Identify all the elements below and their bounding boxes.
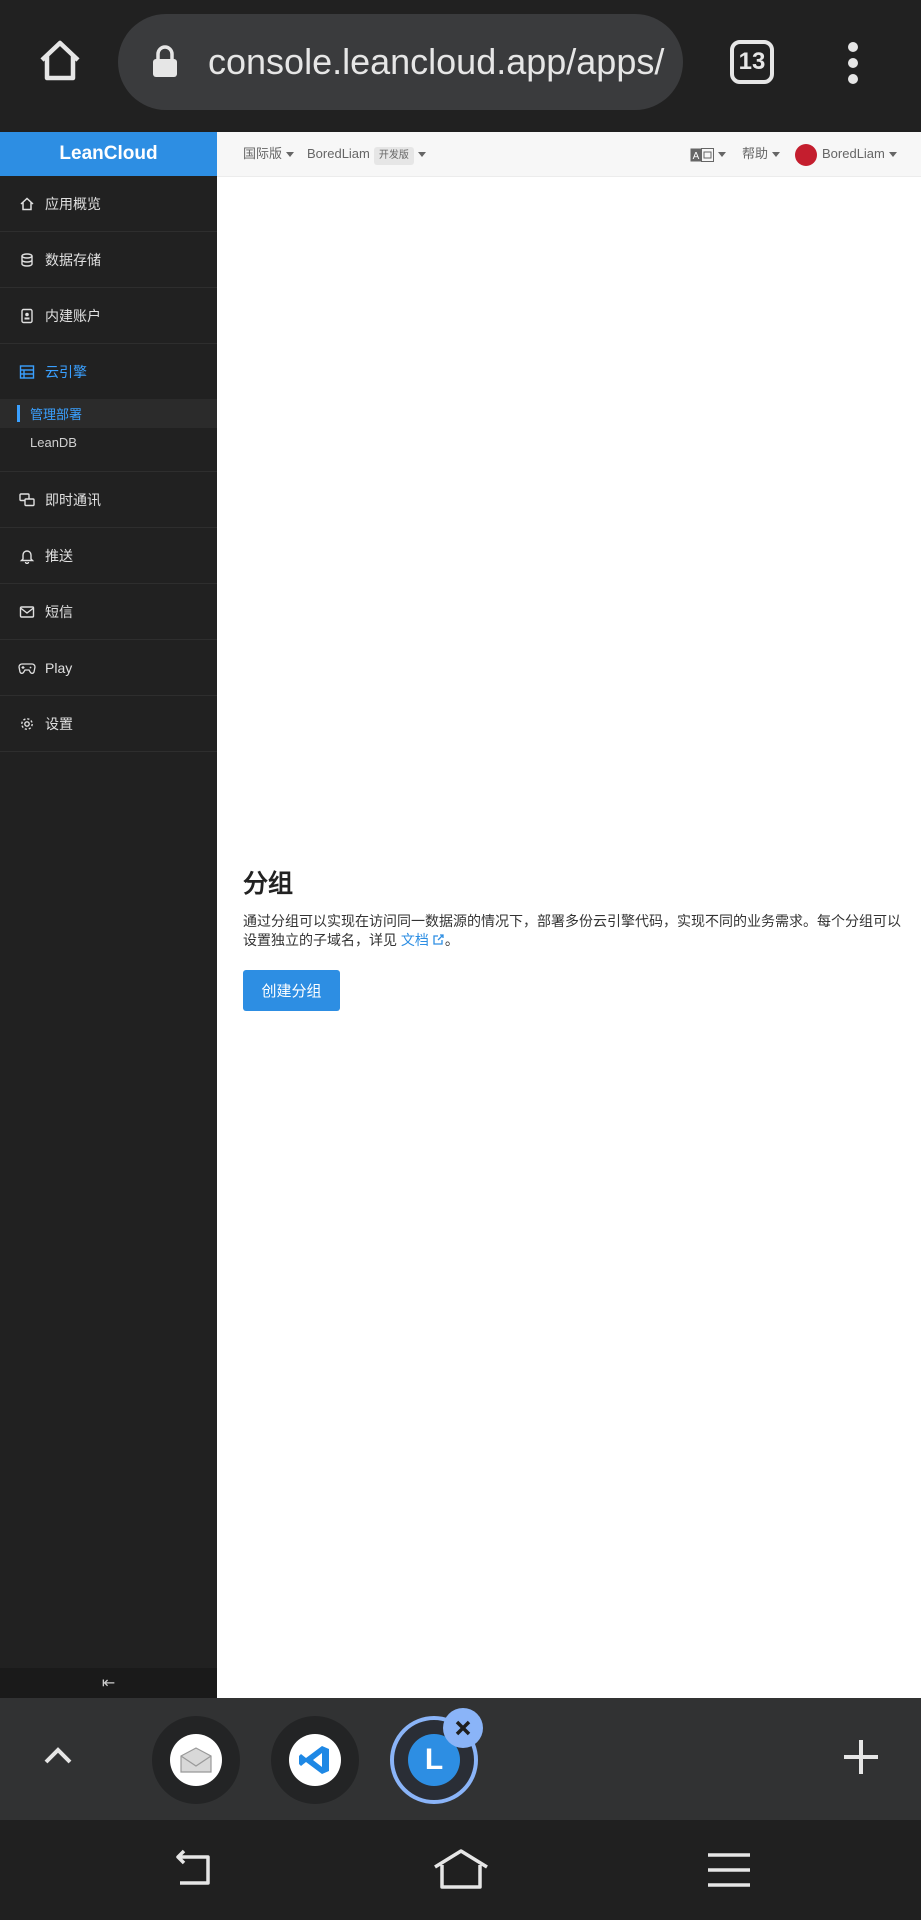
database-icon — [18, 251, 36, 269]
language-dropdown[interactable]: A — [690, 132, 726, 176]
home-icon — [40, 40, 80, 81]
back-icon[interactable] — [168, 1845, 218, 1895]
close-icon — [455, 1720, 471, 1736]
sidebar-item-accounts[interactable]: 内建账户 — [0, 288, 217, 344]
browser-toolbar: console.leancloud.app/apps/ 13 — [0, 0, 921, 130]
mail-icon — [18, 603, 36, 621]
svg-text:A: A — [693, 151, 700, 162]
home-nav-icon[interactable] — [432, 1845, 490, 1895]
collapse-sidebar-button[interactable]: ⇤ — [0, 1668, 217, 1698]
description-text: 通过分组可以实现在访问同一数据源的情况下，部署多份云引擎代码，实现不同的业务需求… — [243, 913, 901, 948]
menu-dot — [848, 42, 858, 52]
docs-link[interactable]: 文档 — [401, 932, 445, 948]
console-topbar: 国际版 BoredLiam 开发版 A 帮助 BoredLiam — [217, 132, 921, 177]
new-tab-button[interactable] — [840, 1736, 882, 1778]
sidebar-item-label: 应用概览 — [45, 195, 101, 212]
browser-menu-button[interactable] — [838, 38, 868, 88]
tab-thumbnail-vscode[interactable] — [271, 1716, 359, 1804]
tab-favicon — [289, 1734, 341, 1786]
sidebar-subitem-leandb[interactable]: LeanDB — [0, 428, 217, 457]
vscode-icon — [299, 1746, 329, 1774]
sidebar-subitem-deploy[interactable]: 管理部署 — [0, 399, 217, 428]
sidebar-item-label: 设置 — [45, 715, 73, 732]
sidebar-item-label: 短信 — [45, 603, 73, 620]
chevron-down-icon — [286, 152, 295, 158]
sidebar-item-label: 推送 — [45, 547, 73, 564]
sidebar-item-settings[interactable]: 设置 — [0, 696, 217, 752]
chevron-down-icon — [888, 152, 897, 158]
chevron-down-icon — [718, 152, 726, 158]
region-label: 国际版 — [243, 146, 283, 161]
create-group-button[interactable]: 创建分组 — [243, 970, 340, 1011]
sidebar-item-sms[interactable]: 短信 — [0, 584, 217, 640]
collapse-icon: ⇤ — [101, 1675, 116, 1692]
lock-icon — [153, 45, 177, 77]
main-content: 国际版 BoredLiam 开发版 A 帮助 BoredLiam 分组 通过分组可… — [217, 132, 921, 1698]
sidebar-item-im[interactable]: 即时通讯 — [0, 472, 217, 528]
sidebar-item-label: 内建账户 — [45, 307, 101, 324]
description-period: 。 — [444, 932, 459, 948]
sidebar-item-push[interactable]: 推送 — [0, 528, 217, 584]
gamepad-icon — [18, 659, 36, 677]
gear-icon — [18, 715, 36, 733]
menu-dot — [848, 58, 858, 68]
address-bar[interactable]: console.leancloud.app/apps/ — [118, 14, 683, 110]
sidebar-item-label: 即时通讯 — [45, 491, 101, 508]
cloud-engine-submenu: 管理部署 LeanDB — [0, 399, 217, 472]
avatar — [795, 143, 817, 166]
home-icon — [18, 195, 36, 213]
sidebar: LeanCloud 应用概览 数据存储 内建账户 云引擎 管理部署 LeanDB… — [0, 132, 217, 1698]
sidebar-item-label: 数据存储 — [45, 251, 101, 268]
app-dropdown[interactable]: BoredLiam 开发版 — [307, 132, 426, 176]
home-button[interactable] — [30, 30, 90, 90]
chevron-down-icon — [772, 152, 781, 158]
tab-favicon — [170, 1734, 222, 1786]
docs-link-label: 文档 — [400, 932, 429, 948]
env-badge: 开发版 — [373, 147, 414, 165]
contact-card-icon — [18, 307, 36, 325]
app-name: BoredLiam — [307, 146, 370, 161]
chevron-up-icon[interactable] — [38, 1736, 78, 1776]
sidebar-item-label: Play — [45, 659, 73, 676]
translate-icon: A — [690, 147, 714, 162]
chat-icon — [18, 491, 36, 509]
sidebar-item-storage[interactable]: 数据存储 — [0, 232, 217, 288]
recents-menu-icon[interactable] — [704, 1845, 754, 1895]
sidebar-item-label: 云引擎 — [45, 363, 87, 380]
user-dropdown[interactable]: BoredLiam — [795, 132, 897, 176]
external-link-icon — [433, 934, 444, 945]
tab-switcher-button[interactable]: 13 — [730, 40, 774, 84]
chevron-down-icon — [417, 152, 426, 158]
user-name: BoredLiam — [822, 146, 885, 161]
url-text: console.leancloud.app/apps/ — [208, 41, 665, 82]
menu-dot — [848, 74, 858, 84]
tab-thumbnail-mail[interactable] — [152, 1716, 240, 1804]
sidebar-item-play[interactable]: Play — [0, 640, 217, 696]
system-nav-bar — [0, 1820, 921, 1920]
server-icon — [18, 363, 36, 381]
sidebar-item-overview[interactable]: 应用概览 — [0, 176, 217, 232]
help-label: 帮助 — [742, 146, 769, 161]
tab-strip: L — [0, 1698, 921, 1820]
sidebar-item-cloud-engine[interactable]: 云引擎 — [0, 344, 217, 399]
help-dropdown[interactable]: 帮助 — [742, 132, 781, 176]
page-description: 通过分组可以实现在访问同一数据源的情况下，部署多份云引擎代码，实现不同的业务需求… — [243, 912, 913, 950]
envelope-icon — [180, 1747, 212, 1773]
bell-icon — [18, 547, 36, 565]
page-title: 分组 — [243, 870, 294, 898]
close-tab-button[interactable] — [443, 1708, 483, 1748]
region-dropdown[interactable]: 国际版 — [243, 132, 295, 176]
brand-logo[interactable]: LeanCloud — [0, 132, 217, 176]
